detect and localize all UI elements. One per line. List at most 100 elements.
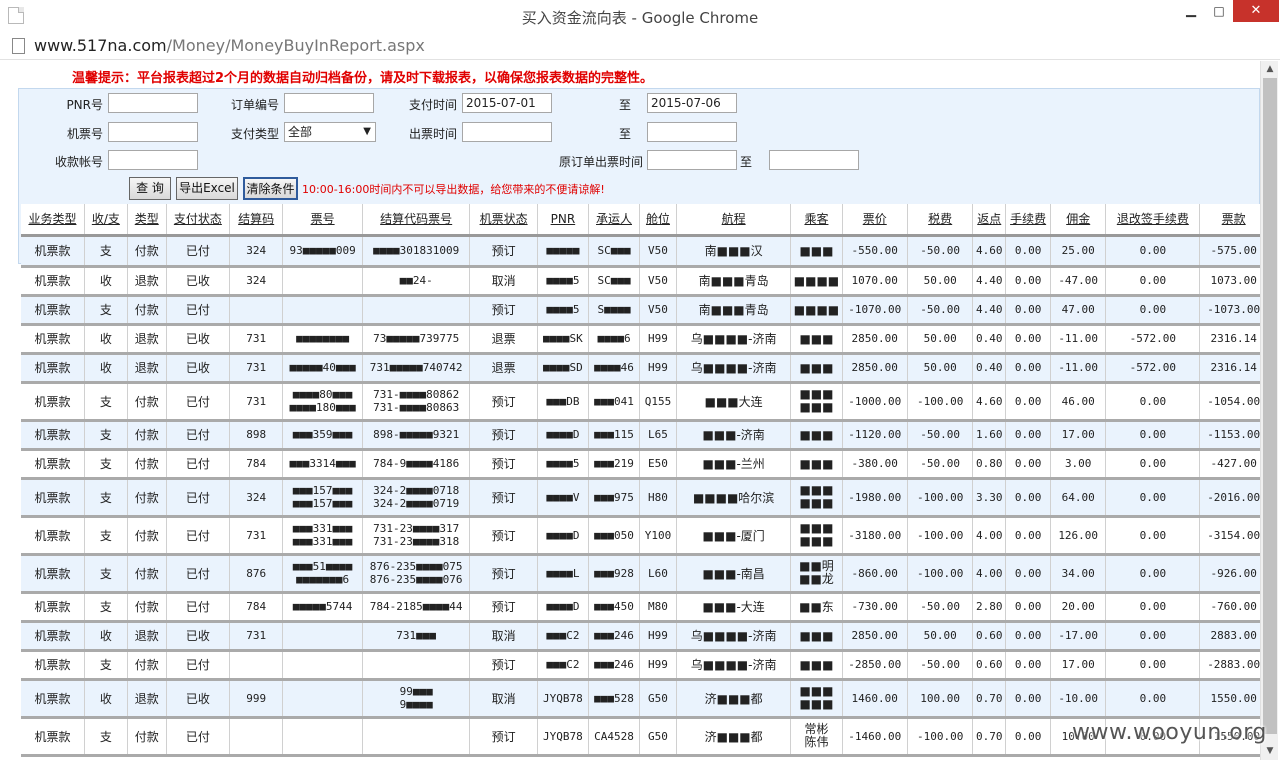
- column-header[interactable]: 手续费: [1005, 204, 1052, 237]
- cell-type: 退款: [127, 324, 167, 355]
- order-input[interactable]: [284, 93, 374, 113]
- cell-total: 2316.14: [1199, 353, 1260, 384]
- column-header[interactable]: 航程: [676, 204, 792, 237]
- cell-tax: -100.00: [907, 516, 974, 556]
- cell-line: 324-2■■■■0718: [373, 484, 460, 497]
- cell-tstatus: 取消: [469, 266, 538, 297]
- cell-settle: ■■■■301831009: [362, 235, 471, 268]
- pnr-input[interactable]: [108, 93, 198, 113]
- cell-settle: 784-9■■■■4186: [362, 449, 471, 480]
- cell-biz: 机票款: [21, 420, 85, 451]
- column-header[interactable]: PNR: [537, 204, 589, 237]
- maximize-button[interactable]: □: [1206, 0, 1232, 22]
- column-header[interactable]: 支付状态: [166, 204, 231, 237]
- cell-price: -1070.00: [842, 295, 908, 326]
- cell-price: -860.00: [842, 554, 908, 594]
- cell-cabin: H80: [639, 478, 677, 518]
- cell-status: 已付: [166, 478, 231, 518]
- minimize-button[interactable]: ▁: [1176, 0, 1206, 22]
- scroll-thumb[interactable]: [1263, 78, 1277, 734]
- export-excel-button[interactable]: 导出Excel: [176, 177, 238, 200]
- cell-total: -427.00: [1199, 449, 1260, 480]
- cell-ticket: ■■■■■40■■■: [282, 353, 363, 384]
- cell-cabin: V50: [639, 235, 677, 268]
- paytime-to-input[interactable]: 2015-07-06: [647, 93, 737, 113]
- paytime-from-input[interactable]: 2015-07-01: [462, 93, 552, 113]
- table-row: 机票款收退款 已收 731 ■■■■■■■■ 73■■■■■739775 退票 ■■■■SK…: [21, 324, 1260, 355]
- cell-pnr: ■■■■5: [537, 266, 589, 297]
- cell-fee: 0.00: [1005, 420, 1052, 451]
- column-header[interactable]: 返点: [972, 204, 1007, 237]
- cell-total: 2316.14: [1199, 324, 1260, 355]
- cell-carrier: CA4528: [588, 717, 641, 757]
- table-row: 机票款收退款 已收 731 731■■■ 取消 ■■■C2 ■■■246 H99 乌■■■■-济…: [21, 621, 1260, 652]
- issuetime-to-input[interactable]: [647, 122, 737, 142]
- issuetime-from-input[interactable]: [462, 122, 552, 142]
- cell-cabin: G50: [639, 717, 677, 757]
- cell-tstatus: 取消: [469, 679, 538, 719]
- ticket-input[interactable]: [108, 122, 198, 142]
- cell-fee: 0.00: [1005, 650, 1052, 681]
- orig-issue-from-input[interactable]: [647, 150, 737, 170]
- column-header[interactable]: 收/支: [84, 204, 128, 237]
- table-row: 机票款支付款 已付 731 ■■■331■■■ ■■■331■■■ 731-23■■■■3…: [21, 516, 1260, 556]
- cell-code: [229, 717, 284, 757]
- vertical-scrollbar[interactable]: ▲ ▼: [1260, 61, 1278, 760]
- cell-line: ■■■51■■■■: [292, 560, 353, 573]
- query-button[interactable]: 查 询: [129, 177, 171, 200]
- column-header[interactable]: 业务类型: [21, 204, 85, 237]
- clear-conditions-button[interactable]: 清除条件: [243, 177, 298, 200]
- cell-pax: ■■■: [790, 324, 843, 355]
- paytype-select[interactable]: 全部 ▼: [284, 122, 376, 142]
- cell-rebate: 1.60: [972, 420, 1007, 451]
- cell-type: 付款: [127, 478, 167, 518]
- cell-comm: -11.00: [1050, 353, 1107, 384]
- cell-pax: ■■■ ■■■: [790, 478, 843, 518]
- cell-rebate: 4.00: [972, 516, 1007, 556]
- column-header[interactable]: 佣金: [1050, 204, 1107, 237]
- cell-pax: ■■■ ■■■: [790, 679, 843, 719]
- cell-refund: -572.00: [1105, 324, 1201, 355]
- column-header[interactable]: 承运人: [588, 204, 641, 237]
- column-header[interactable]: 票款: [1199, 204, 1260, 237]
- cell-route: ■■■-厦门: [676, 516, 792, 556]
- account-input[interactable]: [108, 150, 198, 170]
- column-header[interactable]: 乘客: [790, 204, 843, 237]
- cell-pnr: JYQB78: [537, 679, 589, 719]
- cell-comm: 34.00: [1050, 554, 1107, 594]
- cell-fee: 0.00: [1005, 679, 1052, 719]
- cell-ticket: ■■■157■■■ ■■■157■■■: [282, 478, 363, 518]
- orig-issue-to-input[interactable]: [769, 150, 859, 170]
- address-bar[interactable]: www.517na.com/Money/MoneyBuyInReport.asp…: [0, 32, 1280, 60]
- cell-pax: ■■■■: [790, 295, 843, 326]
- cell-status: 已收: [166, 621, 231, 652]
- scroll-down-arrow-icon[interactable]: ▼: [1261, 743, 1279, 760]
- cell-status: 已付: [166, 516, 231, 556]
- cell-refund: 0.00: [1105, 679, 1201, 719]
- pnr-label: PNR号: [66, 98, 103, 112]
- cell-type: 付款: [127, 650, 167, 681]
- table-row: 机票款收退款 已收 731 ■■■■■40■■■ 731■■■■■740742 退票 ■■■…: [21, 353, 1260, 384]
- column-header[interactable]: 舱位: [639, 204, 677, 237]
- cell-type: 付款: [127, 382, 167, 422]
- column-header[interactable]: 结算码: [229, 204, 284, 237]
- column-header[interactable]: 类型: [127, 204, 167, 237]
- cell-ticket: [282, 717, 363, 757]
- column-header[interactable]: 结算代码票号: [362, 204, 471, 237]
- cell-price: -1460.00: [842, 717, 908, 757]
- scroll-up-arrow-icon[interactable]: ▲: [1261, 61, 1279, 78]
- column-header[interactable]: 票价: [842, 204, 908, 237]
- cell-route: 乌■■■■-济南: [676, 650, 792, 681]
- column-header[interactable]: 票号: [282, 204, 363, 237]
- account-label: 收款帐号: [54, 155, 103, 169]
- column-header[interactable]: 退改签手续费: [1105, 204, 1201, 237]
- close-button[interactable]: ✕: [1233, 0, 1279, 22]
- column-header[interactable]: 机票状态: [469, 204, 538, 237]
- cell-price: 1460.00: [842, 679, 908, 719]
- url-text[interactable]: www.517na.com/Money/MoneyBuyInReport.asp…: [34, 36, 425, 55]
- cell-cabin: M80: [639, 592, 677, 623]
- column-header[interactable]: 税费: [907, 204, 974, 237]
- cell-comm: -11.00: [1050, 324, 1107, 355]
- table-row: 机票款支付款 已付 784 ■■■■■5744 784-2185■■■■44 预订 ■■■■…: [21, 592, 1260, 623]
- cell-line: ■■■157■■■: [292, 484, 353, 497]
